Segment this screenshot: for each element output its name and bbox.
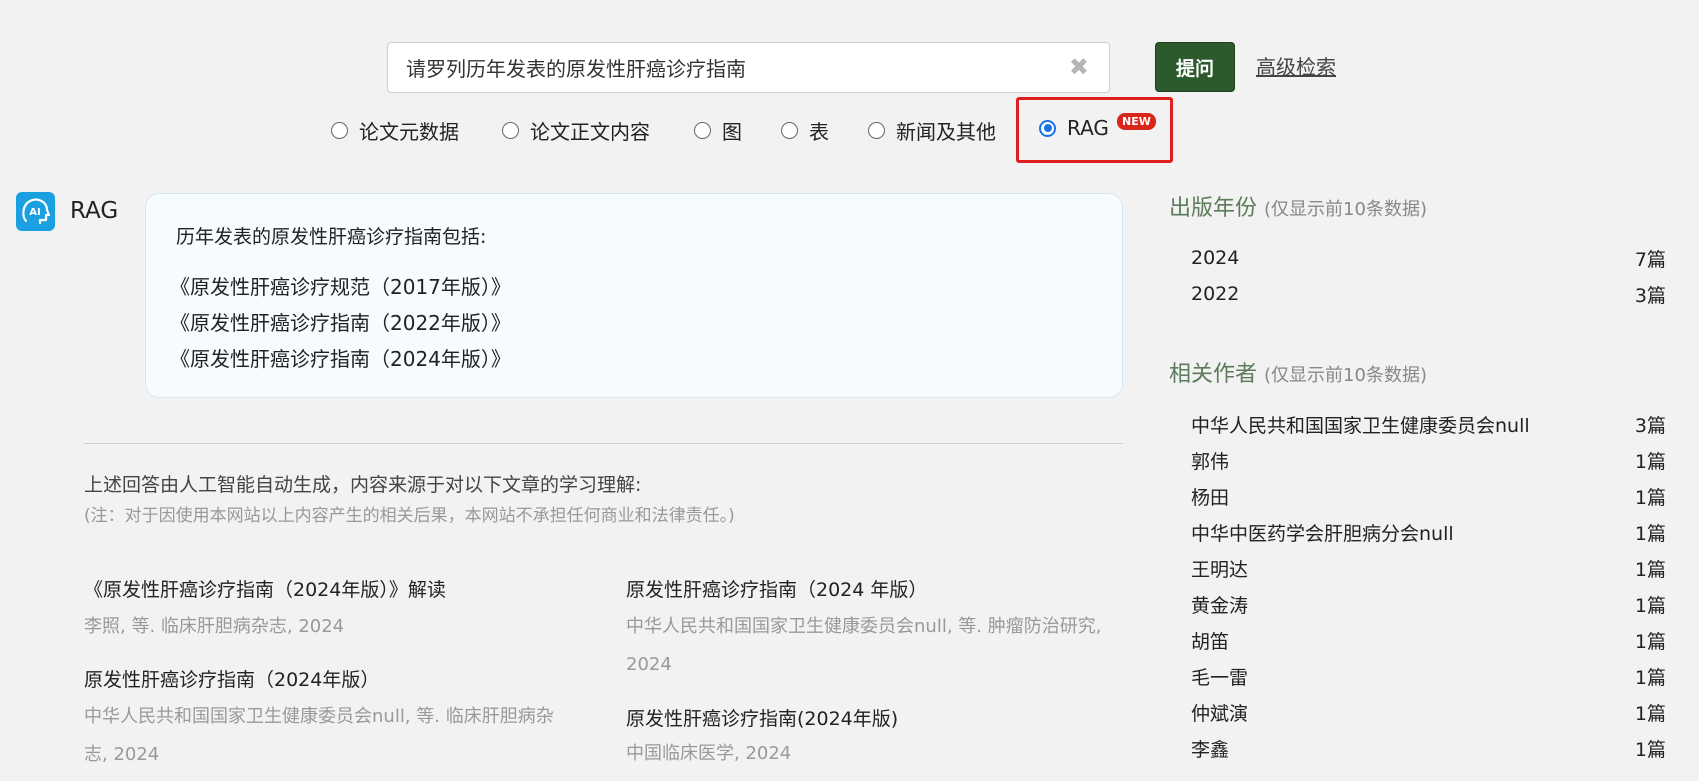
reference-item: 原发性肝癌诊疗指南（2024年版） 中华人民共和国国家卫生健康委员会null, … (84, 668, 574, 774)
answer-item: 《原发性肝癌诊疗指南（2024年版）》 (170, 347, 511, 371)
year-facet-heading: 出版年份 (仅显示前10条数据) (1169, 190, 1427, 222)
advanced-search-link[interactable]: 高级检索 (1256, 51, 1336, 80)
facet-label: 中华中医药学会肝胆病分会null (1191, 522, 1454, 545)
facet-label: 郭伟 (1191, 450, 1230, 473)
author-facet-item[interactable]: 黄金涛 1篇 (1191, 586, 1666, 622)
facet-count: 1篇 (1634, 450, 1666, 473)
ask-button[interactable]: 提问 (1155, 42, 1235, 92)
author-facet-heading: 相关作者 (仅显示前10条数据) (1169, 356, 1427, 388)
facet-count: 1篇 (1634, 738, 1666, 761)
reference-meta: 中国临床医学, 2024 (626, 743, 792, 764)
reference-title[interactable]: 原发性肝癌诊疗指南（2024 年版） (626, 578, 1106, 602)
reference-item: 《原发性肝癌诊疗指南（2024年版）》解读 李照, 等. 临床肝胆病杂志, 20… (84, 578, 584, 646)
author-facet-item[interactable]: 王明达 1篇 (1191, 550, 1666, 586)
facet-count: 1篇 (1634, 630, 1666, 653)
radio-circle[interactable] (502, 122, 519, 139)
facet-label: 中华人民共和国国家卫生健康委员会null (1191, 414, 1530, 437)
facet-count: 1篇 (1634, 666, 1666, 689)
facet-label: 李鑫 (1191, 738, 1230, 761)
radio-label: 新闻及其他 (896, 120, 996, 144)
facet-count: 1篇 (1634, 486, 1666, 509)
ai-disclaimer: 上述回答由人工智能自动生成，内容来源于对以下文章的学习理解: (84, 474, 642, 496)
radio-label: 论文正文内容 (530, 120, 650, 144)
answer-item: 《原发性肝癌诊疗指南（2022年版）》 (170, 311, 511, 335)
year-facet-subtitle: (仅显示前10条数据) (1264, 199, 1427, 220)
facet-label: 黄金涛 (1191, 594, 1249, 617)
radio-circle[interactable] (781, 122, 798, 139)
answer-intro: 历年发表的原发性肝癌诊疗指南包括: (176, 226, 487, 248)
reference-meta: 中华人民共和国国家卫生健康委员会null, 等. 肿瘤防治研究, 2024 (626, 616, 1102, 675)
author-facet-item[interactable]: 李鑫 1篇 (1191, 730, 1666, 766)
facet-count: 3篇 (1634, 284, 1666, 307)
ai-logo-text: AI (29, 207, 40, 218)
facet-label: 胡笛 (1191, 630, 1230, 653)
author-facet-item[interactable]: 仲斌演 1篇 (1191, 694, 1666, 730)
radio-figure[interactable]: 图 (694, 116, 742, 145)
rag-highlight-box (1016, 97, 1173, 163)
facet-label: 王明达 (1191, 558, 1249, 581)
facet-label: 杨田 (1191, 486, 1230, 509)
author-facet-item[interactable]: 毛一雷 1篇 (1191, 658, 1666, 694)
close-icon[interactable]: ✖ (1069, 55, 1089, 79)
radio-label: 图 (722, 120, 742, 144)
reference-title[interactable]: 原发性肝癌诊疗指南（2024年版） (84, 668, 574, 692)
facet-count: 1篇 (1634, 702, 1666, 725)
divider (84, 443, 1123, 444)
radio-circle[interactable] (868, 122, 885, 139)
radio-news-other[interactable]: 新闻及其他 (868, 116, 996, 145)
answer-item: 《原发性肝癌诊疗规范（2017年版）》 (170, 275, 511, 299)
author-facet-item[interactable]: 中华中医药学会肝胆病分会null 1篇 (1191, 514, 1666, 550)
facet-label: 2022 (1191, 283, 1240, 305)
facet-count: 3篇 (1634, 414, 1666, 437)
ai-logo-icon: AI (16, 192, 55, 231)
radio-paper-fulltext[interactable]: 论文正文内容 (502, 116, 650, 145)
rag-label: RAG (70, 198, 119, 224)
ai-disclaimer-note: (注：对于因使用本网站以上内容产生的相关后果，本网站不承担任何商业和法律责任。) (84, 506, 735, 526)
year-facet-item[interactable]: 2024 7篇 (1191, 240, 1666, 276)
facet-count: 1篇 (1634, 558, 1666, 581)
author-facet-item[interactable]: 胡笛 1篇 (1191, 622, 1666, 658)
facet-label: 仲斌演 (1191, 702, 1249, 725)
reference-item: 原发性肝癌诊疗指南（2024 年版） 中华人民共和国国家卫生健康委员会null,… (626, 578, 1106, 684)
radio-label: 论文元数据 (359, 120, 459, 144)
radio-table[interactable]: 表 (781, 116, 829, 145)
reference-item: 原发性肝癌诊疗指南(2024年版) 中国临床医学, 2024 (626, 707, 1106, 771)
new-badge: NEW (1117, 113, 1156, 130)
facet-count: 1篇 (1634, 594, 1666, 617)
reference-meta: 中华人民共和国国家卫生健康委员会null, 等. 临床肝胆病杂志, 2024 (84, 706, 554, 765)
author-facet-title: 相关作者 (1169, 362, 1258, 387)
search-box: ✖ (387, 42, 1110, 93)
radio-circle[interactable] (694, 122, 711, 139)
reference-title[interactable]: 原发性肝癌诊疗指南(2024年版) (626, 707, 1106, 731)
facet-count: 1篇 (1634, 522, 1666, 545)
author-facet-subtitle: (仅显示前10条数据) (1264, 365, 1427, 386)
radio-label: 表 (809, 120, 829, 144)
facet-label: 2024 (1191, 247, 1240, 269)
search-input[interactable] (406, 43, 1046, 92)
year-facet-title: 出版年份 (1169, 196, 1258, 221)
reference-title[interactable]: 《原发性肝癌诊疗指南（2024年版）》解读 (84, 578, 584, 602)
author-facet-item[interactable]: 郭伟 1篇 (1191, 442, 1666, 478)
facet-count: 7篇 (1634, 248, 1666, 271)
author-facet-item[interactable]: 杨田 1篇 (1191, 478, 1666, 514)
radio-paper-metadata[interactable]: 论文元数据 (331, 116, 459, 145)
rag-answer-card: 历年发表的原发性肝癌诊疗指南包括: 《原发性肝癌诊疗规范（2017年版）》 《原… (145, 193, 1123, 398)
year-facet-item[interactable]: 2022 3篇 (1191, 276, 1666, 312)
facet-label: 毛一雷 (1191, 666, 1249, 689)
author-facet-item[interactable]: 中华人民共和国国家卫生健康委员会null 3篇 (1191, 406, 1666, 442)
radio-circle[interactable] (331, 122, 348, 139)
reference-meta: 李照, 等. 临床肝胆病杂志, 2024 (84, 616, 345, 637)
